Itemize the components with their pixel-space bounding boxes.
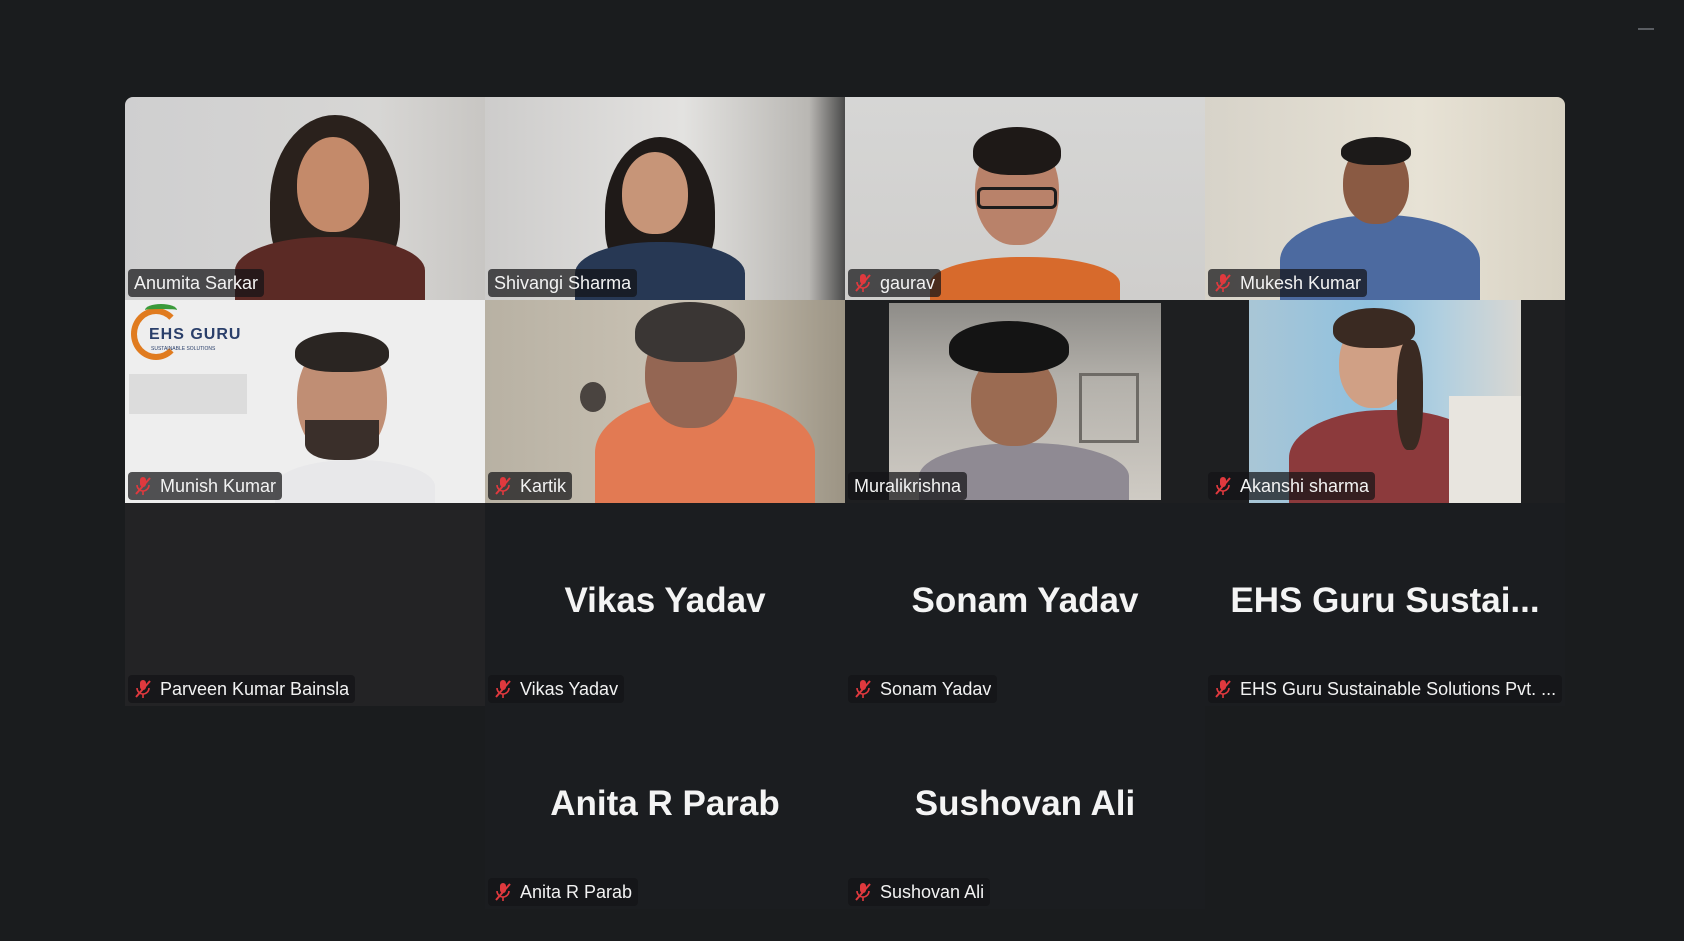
participant-tile-kartik[interactable]: Kartik — [485, 300, 845, 503]
gallery-row: Parveen Kumar Bainsla Vikas Yadav Vikas … — [125, 503, 1565, 706]
muted-mic-icon — [1215, 680, 1231, 698]
participant-tile-muralikrishna[interactable]: Muralikrishna — [845, 300, 1205, 503]
participant-name-label: Munish Kumar — [128, 472, 283, 500]
participant-tile-gaurav[interactable]: gaurav — [845, 97, 1205, 300]
muted-mic-icon — [1215, 477, 1231, 495]
participant-tile-shivangi[interactable]: Shivangi Sharma — [485, 97, 845, 300]
participant-tile-munish[interactable]: EHS GURU SUSTAINABLE SOLUTIONS Munish Ku… — [125, 300, 485, 503]
participant-name-label: Anumita Sarkar — [128, 269, 265, 297]
participant-name-label: Mukesh Kumar — [1208, 269, 1368, 297]
participant-name-label: Kartik — [488, 472, 573, 500]
participant-display-name: Vikas Yadav — [564, 581, 766, 620]
participant-name-label: EHS Guru Sustainable Solutions Pvt. ... — [1208, 675, 1563, 703]
participant-display-name: Anita R Parab — [550, 784, 780, 823]
gallery-row: Anita R Parab Anita R Parab Sushovan Ali… — [125, 706, 1565, 909]
participant-tile-ehs-guru[interactable]: EHS Guru Sustai... EHS Guru Sustainable … — [1205, 503, 1565, 706]
minimize-icon[interactable] — [1638, 28, 1654, 30]
participant-name-label: Sushovan Ali — [848, 878, 991, 906]
muted-mic-icon — [855, 274, 871, 292]
participant-name-label: Shivangi Sharma — [488, 269, 638, 297]
participant-tile-anita[interactable]: Anita R Parab Anita R Parab — [485, 706, 845, 909]
participant-display-name: Sonam Yadav — [911, 581, 1139, 620]
gallery-row: EHS GURU SUSTAINABLE SOLUTIONS Munish Ku… — [125, 300, 1565, 503]
muted-mic-icon — [495, 477, 511, 495]
participant-name-label: Vikas Yadav — [488, 675, 625, 703]
muted-mic-icon — [495, 680, 511, 698]
muted-mic-icon — [855, 883, 871, 901]
gallery-grid: Anumita Sarkar Shivangi Sharma gaurav Mu… — [125, 97, 1565, 909]
participant-name-label: gaurav — [848, 269, 942, 297]
muted-mic-icon — [135, 477, 151, 495]
participant-name-label: Muralikrishna — [848, 472, 968, 500]
participant-name-label: Anita R Parab — [488, 878, 639, 906]
ehs-guru-logo: EHS GURU SUSTAINABLE SOLUTIONS — [131, 304, 256, 364]
participant-tile-sushovan[interactable]: Sushovan Ali Sushovan Ali — [845, 706, 1205, 909]
participant-tile-parveen[interactable]: Parveen Kumar Bainsla — [125, 503, 485, 706]
participant-tile-mukesh[interactable]: Mukesh Kumar — [1205, 97, 1565, 300]
muted-mic-icon — [1215, 274, 1231, 292]
muted-mic-icon — [855, 680, 871, 698]
participant-tile-anumita[interactable]: Anumita Sarkar — [125, 97, 485, 300]
participant-tile-akanshi[interactable]: Akanshi sharma — [1205, 300, 1565, 503]
muted-mic-icon — [135, 680, 151, 698]
participant-tile-sonam[interactable]: Sonam Yadav Sonam Yadav — [845, 503, 1205, 706]
participant-display-name: EHS Guru Sustai... — [1230, 581, 1540, 620]
participant-name-label: Parveen Kumar Bainsla — [128, 675, 356, 703]
participant-name-label: Akanshi sharma — [1208, 472, 1376, 500]
participant-name-label: Sonam Yadav — [848, 675, 998, 703]
muted-mic-icon — [495, 883, 511, 901]
gallery-row: Anumita Sarkar Shivangi Sharma gaurav Mu… — [125, 97, 1565, 300]
participant-tile-vikas[interactable]: Vikas Yadav Vikas Yadav — [485, 503, 845, 706]
participant-display-name: Sushovan Ali — [914, 784, 1136, 823]
